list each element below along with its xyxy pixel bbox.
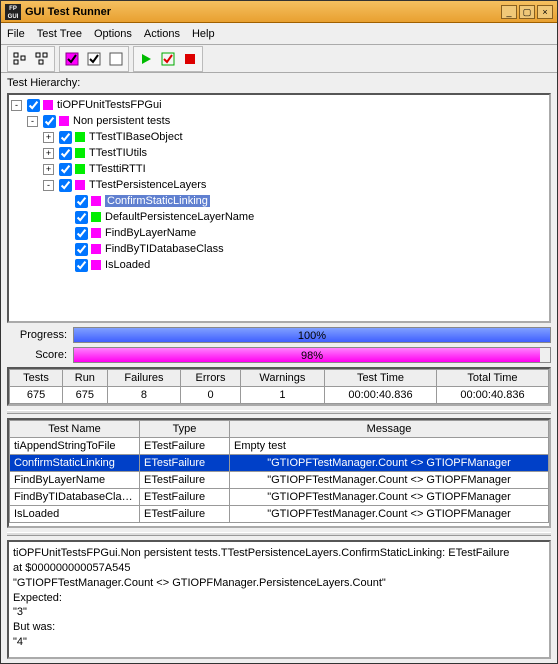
window-title: GUI Test Runner bbox=[25, 6, 499, 18]
status-icon bbox=[75, 148, 85, 158]
tree-row[interactable]: -TTestPersistenceLayers bbox=[11, 177, 547, 193]
status-icon bbox=[75, 132, 85, 142]
col-warnings: Warnings bbox=[240, 370, 324, 387]
check-all-button[interactable] bbox=[62, 49, 82, 69]
tree-row[interactable]: -tiOPFUnitTestsFPGui bbox=[11, 97, 547, 113]
tree-row[interactable]: +TTestTIUtils bbox=[11, 145, 547, 161]
titlebar[interactable]: FPGUI GUI Test Runner _ ▢ × bbox=[1, 1, 557, 23]
tree-checkbox[interactable] bbox=[75, 195, 88, 208]
tree-checkbox[interactable] bbox=[75, 211, 88, 224]
progress-row: Progress: 100% bbox=[7, 327, 551, 343]
score-label: Score: bbox=[7, 349, 67, 361]
test-tree[interactable]: -tiOPFUnitTestsFPGui -Non persistent tes… bbox=[7, 93, 551, 323]
maximize-button[interactable]: ▢ bbox=[519, 5, 535, 19]
score-bar: 98% bbox=[73, 347, 551, 363]
tree-row[interactable]: +TTesttiRTTI bbox=[11, 161, 547, 177]
progress-bar: 100% bbox=[73, 327, 551, 343]
minimize-button[interactable]: _ bbox=[501, 5, 517, 19]
menu-help[interactable]: Help bbox=[192, 28, 215, 40]
toolbar bbox=[1, 45, 557, 73]
splitter[interactable] bbox=[7, 532, 551, 536]
col-tests: Tests bbox=[10, 370, 63, 387]
tree-checkbox[interactable] bbox=[27, 99, 40, 112]
status-icon bbox=[91, 260, 101, 270]
run-selected-button[interactable] bbox=[158, 49, 178, 69]
col-test-name[interactable]: Test Name bbox=[10, 421, 140, 438]
expand-icon[interactable]: + bbox=[43, 164, 54, 175]
tree-row[interactable]: IsLoaded bbox=[11, 257, 547, 273]
status-icon bbox=[91, 228, 101, 238]
col-type[interactable]: Type bbox=[140, 421, 230, 438]
tree-checkbox[interactable] bbox=[43, 115, 56, 128]
col-totaltime: Total Time bbox=[436, 370, 548, 387]
menu-file[interactable]: File bbox=[7, 28, 25, 40]
tree-checkbox[interactable] bbox=[59, 163, 72, 176]
status-icon bbox=[91, 244, 101, 254]
status-icon bbox=[91, 212, 101, 222]
collapse-icon[interactable]: - bbox=[11, 100, 22, 111]
col-errors: Errors bbox=[181, 370, 241, 387]
status-icon bbox=[91, 196, 101, 206]
status-icon bbox=[43, 100, 53, 110]
tree-row[interactable]: DefaultPersistenceLayerName bbox=[11, 209, 547, 225]
close-button[interactable]: × bbox=[537, 5, 553, 19]
tree-checkbox[interactable] bbox=[75, 227, 88, 240]
collapse-icon[interactable]: - bbox=[27, 116, 38, 127]
run-button[interactable] bbox=[136, 49, 156, 69]
details-pane[interactable]: tiOPFUnitTestsFPGui.Non persistent tests… bbox=[7, 540, 551, 659]
table-row[interactable]: FindByTIDatabaseCla…ETestFailure"GTIOPFT… bbox=[10, 489, 549, 506]
uncheck-button[interactable] bbox=[106, 49, 126, 69]
status-icon bbox=[75, 180, 85, 190]
col-testtime: Test Time bbox=[324, 370, 436, 387]
tree-checkbox[interactable] bbox=[75, 243, 88, 256]
collapse-icon[interactable]: - bbox=[43, 180, 54, 191]
tree-row[interactable]: FindByTIDatabaseClass bbox=[11, 241, 547, 257]
tree-row[interactable]: FindByLayerName bbox=[11, 225, 547, 241]
menu-test-tree[interactable]: Test Tree bbox=[37, 28, 82, 40]
hierarchy-label: Test Hierarchy: bbox=[7, 77, 551, 89]
failures-table[interactable]: Test Name Type Message tiAppendStringToF… bbox=[7, 418, 551, 528]
table-row[interactable]: IsLoadedETestFailure"GTIOPFTestManager.C… bbox=[10, 506, 549, 523]
table-row[interactable]: ConfirmStaticLinkingETestFailure"GTIOPFT… bbox=[10, 455, 549, 472]
collapse-all-button[interactable] bbox=[32, 49, 52, 69]
tree-row[interactable]: -Non persistent tests bbox=[11, 113, 547, 129]
content-area: Test Hierarchy: -tiOPFUnitTestsFPGui -No… bbox=[1, 73, 557, 663]
expand-all-button[interactable] bbox=[10, 49, 30, 69]
progress-label: Progress: bbox=[7, 329, 67, 341]
check-button[interactable] bbox=[84, 49, 104, 69]
table-row[interactable]: tiAppendStringToFileETestFailureEmpty te… bbox=[10, 438, 549, 455]
table-row[interactable]: FindByLayerNameETestFailure"GTIOPFTestMa… bbox=[10, 472, 549, 489]
stop-button[interactable] bbox=[180, 49, 200, 69]
menu-options[interactable]: Options bbox=[94, 28, 132, 40]
tree-row[interactable]: ConfirmStaticLinking bbox=[11, 193, 547, 209]
status-icon bbox=[59, 116, 69, 126]
score-row: Score: 98% bbox=[7, 347, 551, 363]
status-icon bbox=[75, 164, 85, 174]
app-icon: FPGUI bbox=[5, 4, 21, 20]
splitter[interactable] bbox=[7, 410, 551, 414]
expand-icon[interactable]: + bbox=[43, 148, 54, 159]
col-failures: Failures bbox=[107, 370, 181, 387]
stats-table: Tests Run Failures Errors Warnings Test … bbox=[7, 367, 551, 406]
tree-checkbox[interactable] bbox=[59, 147, 72, 160]
tree-checkbox[interactable] bbox=[75, 259, 88, 272]
tree-row[interactable]: +TTestTIBaseObject bbox=[11, 129, 547, 145]
col-run: Run bbox=[63, 370, 108, 387]
tree-checkbox[interactable] bbox=[59, 131, 72, 144]
menubar: File Test Tree Options Actions Help bbox=[1, 23, 557, 45]
menu-actions[interactable]: Actions bbox=[144, 28, 180, 40]
app-window: FPGUI GUI Test Runner _ ▢ × File Test Tr… bbox=[0, 0, 558, 664]
tree-checkbox[interactable] bbox=[59, 179, 72, 192]
col-message[interactable]: Message bbox=[230, 421, 549, 438]
expand-icon[interactable]: + bbox=[43, 132, 54, 143]
